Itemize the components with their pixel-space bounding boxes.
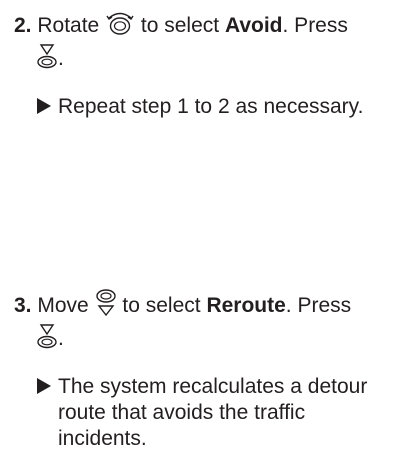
instruction-line: . (14, 43, 394, 76)
instruction-step-3: 3. Move to select Reroute. Press . The s… (14, 288, 394, 452)
instruction-text: to select (116, 294, 207, 317)
step-number: 3. (14, 294, 32, 317)
result-arrow-icon (36, 376, 52, 394)
target-option: Avoid (224, 14, 283, 37)
instruction-line: 3. Move to select Reroute. Press (14, 288, 394, 323)
instruction-line: . (14, 323, 394, 356)
interface-dial-press-icon (36, 43, 58, 76)
instruction-text: . Press (282, 14, 348, 37)
result-arrow-icon (36, 96, 52, 114)
interface-dial-rotate-icon (105, 10, 135, 43)
instruction-text: . (58, 327, 64, 350)
instruction-text: to select (135, 14, 225, 37)
result-text: Repeat step 1 to 2 as necessary. (58, 95, 364, 118)
result-note: Repeat step 1 to 2 as necessary. (14, 94, 388, 120)
instruction-text: . (58, 47, 64, 70)
step-number: 2. (14, 14, 32, 37)
instruction-step-2: 2. Rotate to select Avoid. Press . Repea… (14, 10, 394, 120)
interface-dial-press-icon (36, 323, 58, 356)
instruction-text: . Press (285, 294, 352, 317)
result-note: The system recalculates a detour route t… (14, 374, 388, 452)
instruction-line: 2. Rotate to select Avoid. Press (14, 10, 394, 43)
target-option: Reroute (206, 294, 286, 317)
interface-dial-move-down-icon (95, 288, 117, 323)
instruction-text: Rotate (31, 14, 106, 37)
instruction-text: Move (31, 294, 95, 317)
